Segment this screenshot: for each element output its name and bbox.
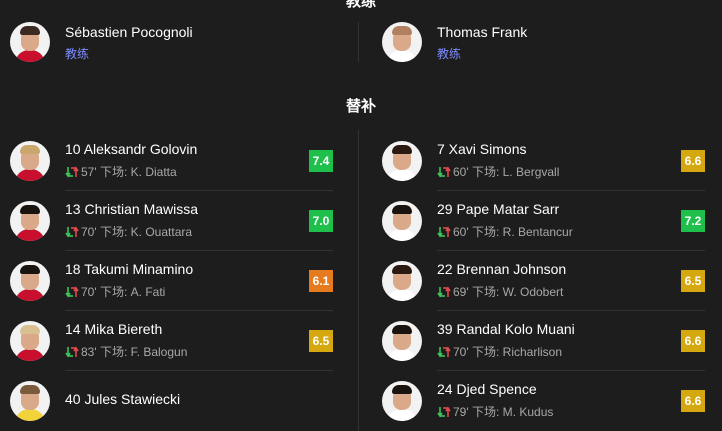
replaced-label: 下场: — [99, 285, 128, 299]
player-name: 40 Jules Stawiecki — [65, 391, 181, 407]
sub-minute: 70' — [453, 345, 469, 359]
substitution-swap-icon — [437, 286, 451, 298]
player-name: 10 Aleksandr Golovin — [65, 141, 198, 157]
substitute-row[interactable]: 22 Brennan Johnson 69' 下场: W. Odobert 6.5 — [382, 251, 705, 311]
avatar — [382, 201, 422, 241]
substitute-row[interactable]: 40 Jules Stawiecki — [10, 371, 333, 431]
player-rating-badge: 6.6 — [681, 330, 705, 352]
sub-minute: 57' — [81, 165, 97, 179]
player-name: 13 Christian Mawissa — [65, 201, 199, 217]
substitute-row[interactable]: 7 Xavi Simons 60' 下场: L. Bergvall 6.6 — [382, 131, 705, 191]
substitution-swap-icon — [437, 346, 451, 358]
coach-name: Thomas Frank — [437, 24, 528, 40]
coach-role: 教练 — [437, 47, 462, 61]
substitution-info: 60' 下场: R. Bentancur — [437, 223, 573, 240]
avatar — [10, 381, 50, 421]
player-rating-badge: 6.5 — [681, 270, 705, 292]
substitution-info: 57' 下场: K. Diatta — [65, 163, 177, 180]
substitute-row[interactable]: 10 Aleksandr Golovin 57' 下场: K. Diatta 7.4 — [10, 131, 333, 191]
substitute-row[interactable]: 13 Christian Mawissa 70' 下场: K. Ouattara 7… — [10, 191, 333, 251]
replaced-label: 下场: — [99, 225, 128, 239]
replaced-label: 下场: — [471, 165, 500, 179]
replaced-label: 下场: — [471, 345, 500, 359]
replaced-player: M. Kudus — [502, 405, 554, 419]
replaced-label: 下场: — [471, 405, 500, 419]
replaced-player: Richarlison — [502, 345, 563, 359]
substitutes-title: 替补 — [345, 98, 376, 115]
substitution-info: 79' 下场: M. Kudus — [437, 403, 553, 420]
player-name: 18 Takumi Minamino — [65, 261, 194, 277]
avatar — [382, 22, 422, 62]
player-name: 29 Pape Matar Sarr — [437, 201, 560, 217]
player-rating-badge: 6.5 — [309, 330, 333, 352]
avatar — [10, 261, 50, 301]
replaced-player: A. Fati — [130, 285, 166, 299]
avatar — [10, 201, 50, 241]
sub-minute: 60' — [453, 165, 469, 179]
sub-minute: 69' — [453, 285, 469, 299]
avatar — [10, 321, 50, 361]
player-rating-badge: 6.6 — [681, 390, 705, 412]
column-divider — [358, 130, 359, 431]
avatar — [10, 22, 50, 62]
substitution-swap-icon — [437, 406, 451, 418]
sub-minute: 60' — [453, 225, 469, 239]
player-name: 7 Xavi Simons — [437, 141, 527, 157]
player-name: 24 Djed Spence — [437, 381, 537, 397]
substitute-row[interactable]: 18 Takumi Minamino 70' 下场: A. Fati 6.1 — [10, 251, 333, 311]
substitution-info: 70' 下场: A. Fati — [65, 283, 165, 300]
sub-minute: 70' — [81, 285, 97, 299]
replaced-player: L. Bergvall — [502, 165, 560, 179]
coach-role: 教练 — [65, 47, 90, 61]
substitution-info: 70' 下场: K. Ouattara — [65, 223, 192, 240]
substitution-info: 60' 下场: L. Bergvall — [437, 163, 559, 180]
substitute-row[interactable]: 39 Randal Kolo Muani 70' 下场: Richarlison 6… — [382, 311, 705, 371]
replaced-player: K. Ouattara — [130, 225, 193, 239]
avatar — [382, 261, 422, 301]
player-rating-badge: 7.2 — [681, 210, 705, 232]
coach-name: Sébastien Pocognoli — [65, 24, 193, 40]
player-rating-badge: 7.4 — [309, 150, 333, 172]
substitution-swap-icon — [65, 346, 79, 358]
coach-section-title: 教练 — [345, 0, 376, 10]
replaced-player: F. Balogun — [130, 345, 188, 359]
player-rating-badge: 7.0 — [309, 210, 333, 232]
substitution-info: 69' 下场: W. Odobert — [437, 283, 563, 300]
replaced-label: 下场: — [99, 165, 128, 179]
replaced-label: 下场: — [471, 225, 500, 239]
avatar — [382, 321, 422, 361]
sub-minute: 70' — [81, 225, 97, 239]
column-divider — [358, 22, 359, 62]
replaced-player: K. Diatta — [130, 165, 177, 179]
sub-minute: 83' — [81, 345, 97, 359]
player-name: 22 Brennan Johnson — [437, 261, 567, 277]
player-name: 39 Randal Kolo Muani — [437, 321, 575, 337]
substitution-info: 70' 下场: Richarlison — [437, 343, 562, 360]
substitute-row[interactable]: 14 Mika Biereth 83' 下场: F. Balogun 6.5 — [10, 311, 333, 371]
coach-away[interactable]: Thomas Frank 教练 — [382, 22, 682, 62]
substitute-row[interactable]: 24 Djed Spence 79' 下场: M. Kudus 6.6 — [382, 371, 705, 431]
substitution-swap-icon — [437, 166, 451, 178]
coach-home[interactable]: Sébastien Pocognoli 教练 — [10, 22, 310, 62]
sub-minute: 79' — [453, 405, 469, 419]
substitution-swap-icon — [437, 226, 451, 238]
replaced-player: R. Bentancur — [502, 225, 573, 239]
avatar — [10, 141, 50, 181]
substitute-row[interactable]: 29 Pape Matar Sarr 60' 下场: R. Bentancur 7.… — [382, 191, 705, 251]
substitution-swap-icon — [65, 226, 79, 238]
replaced-player: W. Odobert — [502, 285, 564, 299]
substitution-info: 83' 下场: F. Balogun — [65, 343, 187, 360]
player-name: 14 Mika Biereth — [65, 321, 163, 337]
substitution-swap-icon — [65, 286, 79, 298]
player-rating-badge: 6.6 — [681, 150, 705, 172]
player-rating-badge: 6.1 — [309, 270, 333, 292]
avatar — [382, 141, 422, 181]
avatar — [382, 381, 422, 421]
replaced-label: 下场: — [471, 285, 500, 299]
substitution-swap-icon — [65, 166, 79, 178]
replaced-label: 下场: — [99, 345, 128, 359]
